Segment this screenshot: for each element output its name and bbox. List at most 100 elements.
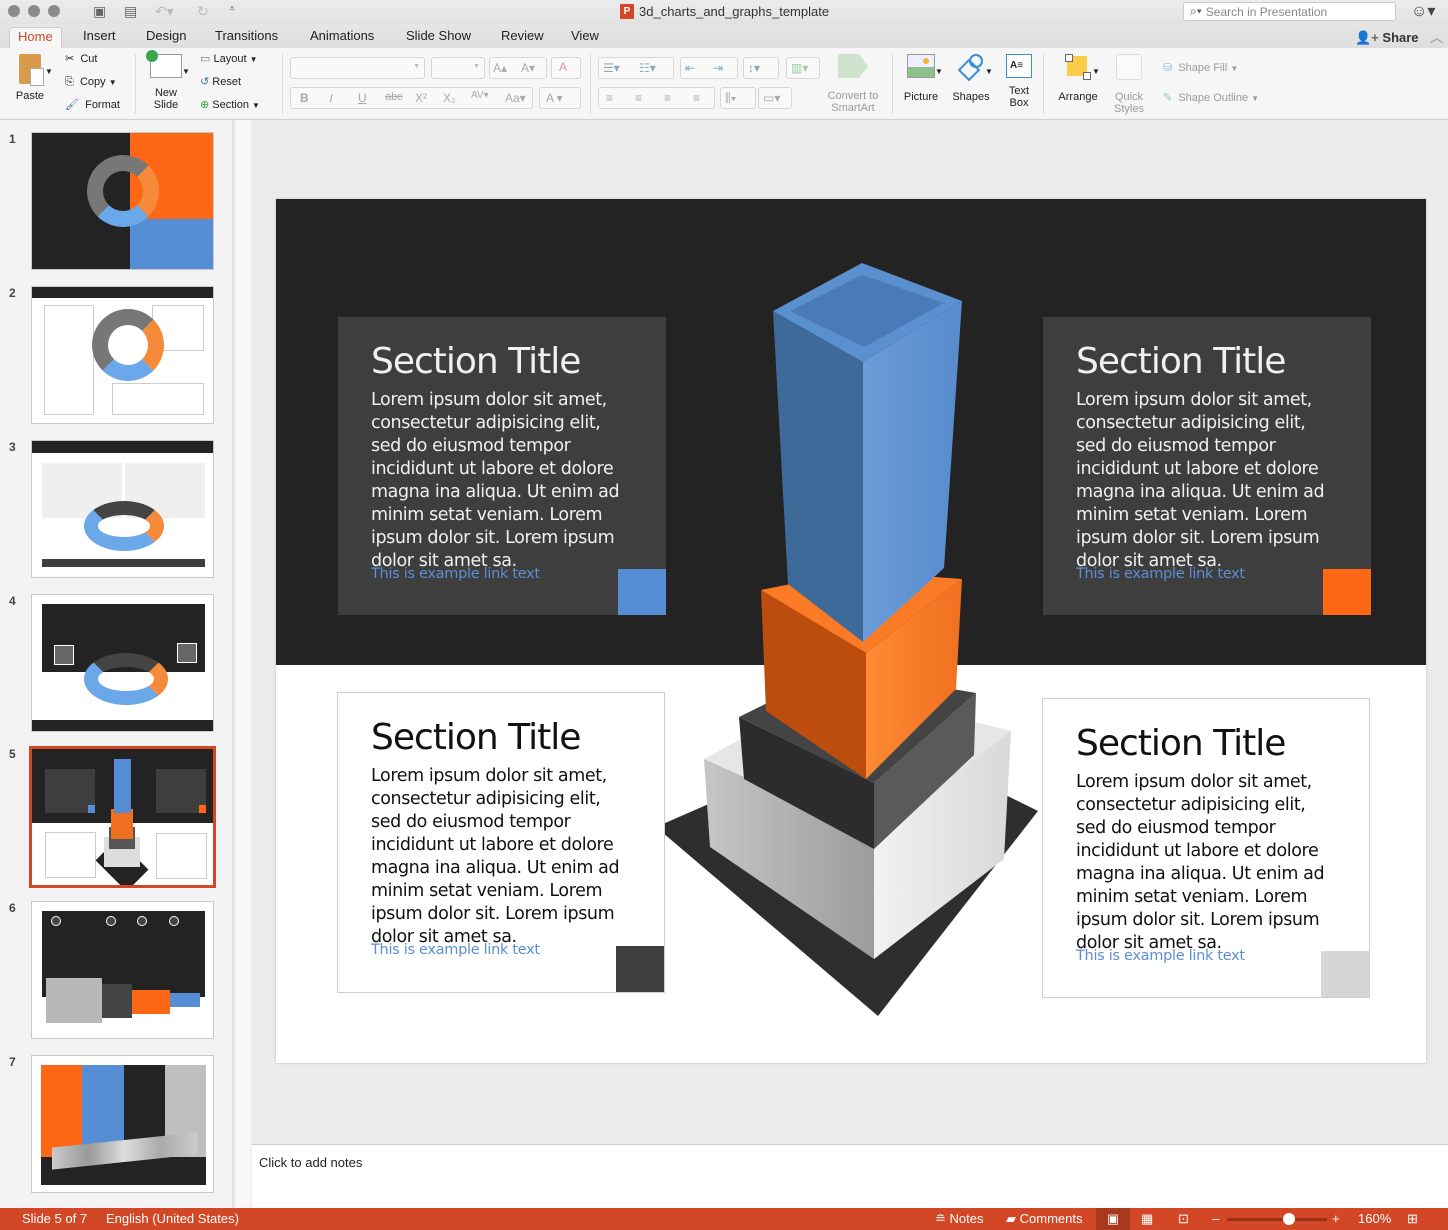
- section-title[interactable]: Section Title: [1076, 341, 1286, 382]
- section-title[interactable]: Section Title: [1076, 723, 1286, 764]
- slide-thumbnail-1[interactable]: [31, 132, 214, 270]
- shape-outline-button[interactable]: ✎ Shape Outline ▼: [1163, 92, 1259, 105]
- example-link[interactable]: This is example link text: [371, 566, 540, 582]
- example-link[interactable]: This is example link text: [1076, 948, 1245, 964]
- increase-font-size-button[interactable]: A▴: [493, 61, 507, 75]
- picture-button[interactable]: Picture: [900, 54, 942, 103]
- zoom-level[interactable]: 160%: [1358, 1211, 1391, 1226]
- slide-thumbnail-7[interactable]: [31, 1055, 214, 1193]
- new-slide-dropdown-icon[interactable]: ▼: [182, 66, 190, 78]
- language-indicator[interactable]: English (United States): [106, 1211, 239, 1226]
- superscript-button[interactable]: X²: [415, 91, 427, 105]
- paste-button[interactable]: Paste: [10, 54, 50, 102]
- increase-indent-button[interactable]: ⇥: [713, 61, 723, 75]
- slide-thumbnail-4[interactable]: [31, 594, 214, 732]
- slide-thumbnail-3[interactable]: [31, 440, 214, 578]
- layout-button[interactable]: ▭ Layout ▼: [200, 53, 257, 66]
- section-body[interactable]: Lorem ipsum dolor sit amet, consectetur …: [1076, 771, 1336, 955]
- character-spacing-button[interactable]: AV▾: [471, 90, 489, 101]
- tab-view[interactable]: View: [563, 27, 607, 48]
- font-size-dropdown[interactable]: ▼: [431, 57, 485, 79]
- paste-dropdown-icon[interactable]: ▼: [45, 66, 53, 78]
- text-box-button[interactable]: A≡ Text Box: [1002, 54, 1036, 109]
- slide-5[interactable]: Section Title Lorem ipsum dolor sit amet…: [276, 199, 1426, 1063]
- tab-design[interactable]: Design: [138, 27, 194, 48]
- normal-view-button[interactable]: ▣: [1096, 1208, 1130, 1230]
- decrease-indent-button[interactable]: ⇤: [685, 61, 695, 75]
- redo-icon[interactable]: ↻: [197, 3, 209, 20]
- zoom-slider[interactable]: [1227, 1213, 1327, 1225]
- columns-button[interactable]: ▥▾: [786, 57, 820, 79]
- strikethrough-button[interactable]: abc: [385, 91, 403, 103]
- clear-formatting-button[interactable]: A: [551, 57, 581, 79]
- subscript-button[interactable]: X₂: [443, 91, 456, 105]
- shapes-button[interactable]: Shapes: [950, 54, 992, 103]
- reset-button[interactable]: ↺ Reset: [200, 76, 241, 88]
- collapse-ribbon-icon[interactable]: ︿: [1430, 30, 1443, 45]
- save-icon[interactable]: ▤: [124, 3, 137, 20]
- bold-button[interactable]: B: [300, 91, 309, 105]
- zoom-in-button[interactable]: +: [1332, 1211, 1340, 1226]
- tab-review[interactable]: Review: [493, 27, 552, 48]
- slide-thumbnail-5[interactable]: [29, 746, 216, 888]
- format-painter-button[interactable]: 🖌 Format: [65, 99, 120, 111]
- copy-button[interactable]: ⎘ Copy ▼: [65, 76, 117, 89]
- tab-animations[interactable]: Animations: [302, 27, 382, 48]
- picture-dropdown-icon[interactable]: ▼: [935, 66, 943, 78]
- tab-transitions[interactable]: Transitions: [207, 27, 286, 48]
- section-body[interactable]: Lorem ipsum dolor sit amet, consectetur …: [1076, 389, 1336, 573]
- section-body[interactable]: Lorem ipsum dolor sit amet, consectetur …: [371, 765, 631, 949]
- shapes-dropdown-icon[interactable]: ▼: [985, 66, 993, 78]
- undo-icon[interactable]: ↶▾: [155, 3, 174, 20]
- arrange-dropdown-icon[interactable]: ▼: [1092, 66, 1100, 78]
- bullets-button[interactable]: ☰▾: [603, 61, 620, 75]
- numbering-button[interactable]: ☷▾: [639, 61, 656, 75]
- thumbnail-scrollbar[interactable]: [234, 120, 251, 1208]
- slide-sorter-button[interactable]: ▦: [1141, 1211, 1153, 1227]
- quick-styles-button[interactable]: Quick Styles: [1108, 54, 1150, 115]
- align-left-button[interactable]: ≡: [606, 91, 613, 105]
- convert-smartart-button[interactable]: Convert to SmartArt: [823, 54, 883, 114]
- minimize-window-button[interactable]: [28, 5, 40, 17]
- slideshow-button[interactable]: ⊡: [1178, 1211, 1189, 1227]
- zoom-slider-thumb[interactable]: [1283, 1213, 1295, 1225]
- tab-home[interactable]: Home: [9, 27, 62, 48]
- section-title[interactable]: Section Title: [371, 717, 581, 758]
- search-input[interactable]: ⌕▾ Search in Presentation: [1183, 2, 1396, 21]
- line-spacing-button[interactable]: ↕▾: [743, 57, 779, 79]
- arrange-button[interactable]: Arrange: [1055, 54, 1101, 103]
- cut-button[interactable]: ✂ Cut: [65, 53, 97, 65]
- example-link[interactable]: This is example link text: [371, 942, 540, 958]
- notes-toggle-button[interactable]: ≘ Notes: [935, 1211, 984, 1227]
- section-title[interactable]: Section Title: [371, 341, 581, 382]
- align-text-button[interactable]: ▭▾: [758, 87, 792, 109]
- align-right-button[interactable]: ≡: [664, 91, 671, 105]
- slide-thumbnail-2[interactable]: [31, 286, 214, 424]
- share-button[interactable]: 👤+ Share ︿: [1355, 27, 1443, 46]
- section-button[interactable]: ⊕ Section ▼: [200, 99, 260, 112]
- underline-button[interactable]: U: [358, 91, 367, 105]
- slide-thumbnail-6[interactable]: [31, 901, 214, 1039]
- feedback-smiley-icon[interactable]: ☺▾: [1411, 1, 1435, 21]
- sidebar-toggle-icon[interactable]: ▣: [93, 3, 106, 20]
- tab-slide-show[interactable]: Slide Show: [398, 27, 479, 48]
- tab-insert[interactable]: Insert: [75, 27, 124, 48]
- notes-pane[interactable]: Click to add notes: [252, 1144, 1448, 1208]
- shape-fill-button[interactable]: ⛁ Shape Fill ▼: [1163, 62, 1238, 75]
- new-slide-button[interactable]: New Slide: [146, 50, 186, 111]
- zoom-out-button[interactable]: –: [1212, 1211, 1219, 1226]
- font-name-dropdown[interactable]: ▼: [290, 57, 425, 79]
- close-window-button[interactable]: [8, 5, 20, 17]
- align-center-button[interactable]: ≡: [635, 91, 642, 105]
- comments-toggle-button[interactable]: ▰ Comments: [1006, 1211, 1082, 1227]
- example-link[interactable]: This is example link text: [1076, 566, 1245, 582]
- fit-to-window-button[interactable]: ⊞: [1407, 1211, 1418, 1227]
- decrease-font-size-button[interactable]: A▾: [521, 61, 535, 75]
- italic-button[interactable]: I: [329, 91, 333, 106]
- font-color-button[interactable]: A ▾: [539, 87, 581, 109]
- section-body[interactable]: Lorem ipsum dolor sit amet, consectetur …: [371, 389, 631, 573]
- text-direction-button[interactable]: ⫼▾: [720, 87, 756, 109]
- customize-toolbar-icon[interactable]: ⩡: [229, 3, 235, 16]
- zoom-window-button[interactable]: [48, 5, 60, 17]
- justify-button[interactable]: ≡: [693, 91, 700, 105]
